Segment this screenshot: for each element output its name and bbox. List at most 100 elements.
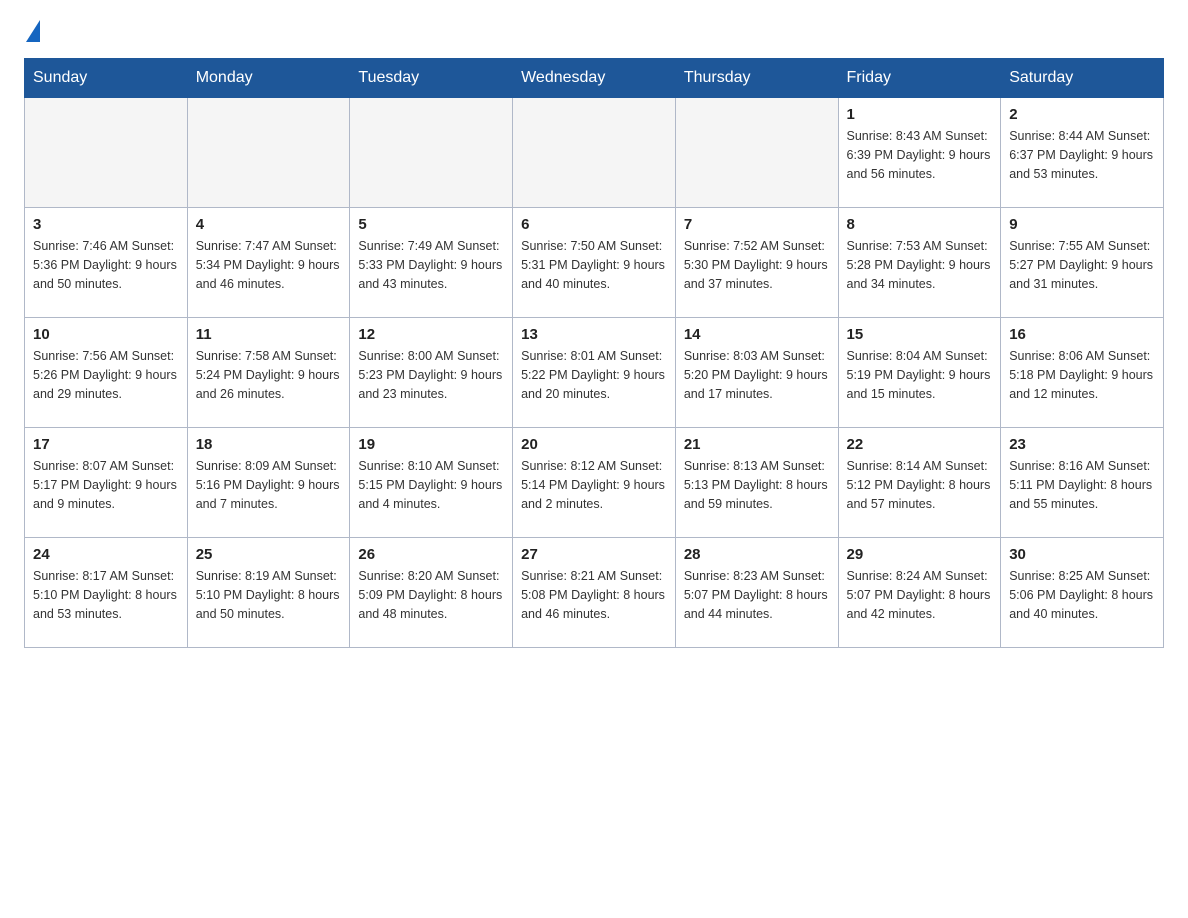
calendar-week-row: 17 Sunrise: 8:07 AM Sunset: 5:17 PM Dayli… (25, 428, 1164, 538)
weekday-header-thursday: Thursday (675, 59, 838, 98)
calendar-cell: 7Sunrise: 7:52 AM Sunset: 5:30 PM Daylig… (675, 208, 838, 318)
day-info: Sunrise: 8:20 AM Sunset: 5:09 PM Dayligh… (358, 567, 504, 623)
calendar-cell (187, 98, 350, 208)
day-number: 29 (847, 546, 993, 563)
calendar-cell: 4 Sunrise: 7:47 AM Sunset: 5:34 PM Daylig… (187, 208, 350, 318)
day-info: Sunrise: 8:10 AM Sunset: 5:15 PM Dayligh… (358, 457, 504, 513)
calendar-cell (513, 98, 676, 208)
day-info: Sunrise: 8:17 AM Sunset: 5:10 PM Dayligh… (33, 567, 179, 623)
day-number: 5 (358, 216, 504, 233)
page-header (24, 24, 1164, 42)
calendar-cell (675, 98, 838, 208)
day-info: Sunrise: 8:07 AM Sunset: 5:17 PM Dayligh… (33, 457, 179, 513)
calendar-cell: 11 Sunrise: 7:58 AM Sunset: 5:24 PM Dayli… (187, 318, 350, 428)
calendar-cell: 14 Sunrise: 8:03 AM Sunset: 5:20 PM Dayli… (675, 318, 838, 428)
weekday-header-tuesday: Tuesday (350, 59, 513, 98)
day-info: Sunrise: 8:23 AM Sunset: 5:07 PM Dayligh… (684, 567, 830, 623)
day-number: 22 (847, 436, 993, 453)
day-number: 19 (358, 436, 504, 453)
day-number: 6 (521, 216, 667, 233)
calendar-week-row: 1 Sunrise: 8:43 AM Sunset: 6:39 PM Daylig… (25, 98, 1164, 208)
day-info: Sunrise: 7:56 AM Sunset: 5:26 PM Dayligh… (33, 347, 179, 403)
weekday-header-monday: Monday (187, 59, 350, 98)
calendar-cell: 27 Sunrise: 8:21 AM Sunset: 5:08 PM Dayli… (513, 538, 676, 648)
day-number: 7 (684, 216, 830, 233)
calendar-cell: 6 Sunrise: 7:50 AM Sunset: 5:31 PM Daylig… (513, 208, 676, 318)
calendar-cell: 28 Sunrise: 8:23 AM Sunset: 5:07 PM Dayli… (675, 538, 838, 648)
day-info: Sunrise: 8:01 AM Sunset: 5:22 PM Dayligh… (521, 347, 667, 403)
calendar-cell: 24 Sunrise: 8:17 AM Sunset: 5:10 PM Dayli… (25, 538, 188, 648)
day-info: Sunrise: 8:13 AM Sunset: 5:13 PM Dayligh… (684, 457, 830, 513)
day-info: Sunrise: 7:47 AM Sunset: 5:34 PM Dayligh… (196, 237, 342, 293)
calendar-cell: 20 Sunrise: 8:12 AM Sunset: 5:14 PM Dayli… (513, 428, 676, 538)
weekday-header-sunday: Sunday (25, 59, 188, 98)
day-number: 13 (521, 326, 667, 343)
calendar-cell: 30 Sunrise: 8:25 AM Sunset: 5:06 PM Dayli… (1001, 538, 1164, 648)
day-number: 14 (684, 326, 830, 343)
day-number: 11 (196, 326, 342, 343)
day-info: Sunrise: 7:55 AM Sunset: 5:27 PM Dayligh… (1009, 237, 1155, 293)
day-number: 4 (196, 216, 342, 233)
day-number: 2 (1009, 106, 1155, 123)
weekday-header-friday: Friday (838, 59, 1001, 98)
calendar-cell: 1 Sunrise: 8:43 AM Sunset: 6:39 PM Daylig… (838, 98, 1001, 208)
calendar-cell: 21Sunrise: 8:13 AM Sunset: 5:13 PM Dayli… (675, 428, 838, 538)
calendar-week-row: 24 Sunrise: 8:17 AM Sunset: 5:10 PM Dayli… (25, 538, 1164, 648)
day-number: 27 (521, 546, 667, 563)
day-info: Sunrise: 7:46 AM Sunset: 5:36 PM Dayligh… (33, 237, 179, 293)
day-info: Sunrise: 8:00 AM Sunset: 5:23 PM Dayligh… (358, 347, 504, 403)
day-info: Sunrise: 7:58 AM Sunset: 5:24 PM Dayligh… (196, 347, 342, 403)
day-number: 26 (358, 546, 504, 563)
day-info: Sunrise: 8:25 AM Sunset: 5:06 PM Dayligh… (1009, 567, 1155, 623)
day-info: Sunrise: 8:09 AM Sunset: 5:16 PM Dayligh… (196, 457, 342, 513)
calendar-cell: 18 Sunrise: 8:09 AM Sunset: 5:16 PM Dayli… (187, 428, 350, 538)
calendar-cell: 26 Sunrise: 8:20 AM Sunset: 5:09 PM Dayli… (350, 538, 513, 648)
day-info: Sunrise: 8:16 AM Sunset: 5:11 PM Dayligh… (1009, 457, 1155, 513)
calendar-cell: 2Sunrise: 8:44 AM Sunset: 6:37 PM Daylig… (1001, 98, 1164, 208)
calendar-cell: 10 Sunrise: 7:56 AM Sunset: 5:26 PM Dayli… (25, 318, 188, 428)
calendar-cell: 29Sunrise: 8:24 AM Sunset: 5:07 PM Dayli… (838, 538, 1001, 648)
day-number: 10 (33, 326, 179, 343)
weekday-header-row: SundayMondayTuesdayWednesdayThursdayFrid… (25, 59, 1164, 98)
day-number: 24 (33, 546, 179, 563)
day-info: Sunrise: 8:12 AM Sunset: 5:14 PM Dayligh… (521, 457, 667, 513)
day-info: Sunrise: 8:19 AM Sunset: 5:10 PM Dayligh… (196, 567, 342, 623)
day-info: Sunrise: 8:21 AM Sunset: 5:08 PM Dayligh… (521, 567, 667, 623)
logo-triangle-icon (26, 20, 40, 42)
day-number: 30 (1009, 546, 1155, 563)
day-number: 1 (847, 106, 993, 123)
day-info: Sunrise: 8:06 AM Sunset: 5:18 PM Dayligh… (1009, 347, 1155, 403)
calendar-cell: 17 Sunrise: 8:07 AM Sunset: 5:17 PM Dayli… (25, 428, 188, 538)
weekday-header-saturday: Saturday (1001, 59, 1164, 98)
day-info: Sunrise: 8:04 AM Sunset: 5:19 PM Dayligh… (847, 347, 993, 403)
calendar-cell: 12 Sunrise: 8:00 AM Sunset: 5:23 PM Dayli… (350, 318, 513, 428)
calendar-cell (25, 98, 188, 208)
day-number: 9 (1009, 216, 1155, 233)
day-number: 8 (847, 216, 993, 233)
calendar-cell (350, 98, 513, 208)
weekday-header-wednesday: Wednesday (513, 59, 676, 98)
day-info: Sunrise: 8:43 AM Sunset: 6:39 PM Dayligh… (847, 127, 993, 183)
day-number: 20 (521, 436, 667, 453)
day-number: 16 (1009, 326, 1155, 343)
day-number: 18 (196, 436, 342, 453)
logo (24, 24, 40, 42)
day-number: 25 (196, 546, 342, 563)
day-info: Sunrise: 7:50 AM Sunset: 5:31 PM Dayligh… (521, 237, 667, 293)
day-number: 15 (847, 326, 993, 343)
calendar-cell: 25 Sunrise: 8:19 AM Sunset: 5:10 PM Dayli… (187, 538, 350, 648)
calendar-cell: 15 Sunrise: 8:04 AM Sunset: 5:19 PM Dayli… (838, 318, 1001, 428)
day-info: Sunrise: 8:03 AM Sunset: 5:20 PM Dayligh… (684, 347, 830, 403)
day-number: 12 (358, 326, 504, 343)
calendar-week-row: 3Sunrise: 7:46 AM Sunset: 5:36 PM Daylig… (25, 208, 1164, 318)
day-number: 17 (33, 436, 179, 453)
calendar-cell: 3Sunrise: 7:46 AM Sunset: 5:36 PM Daylig… (25, 208, 188, 318)
calendar-cell: 16 Sunrise: 8:06 AM Sunset: 5:18 PM Dayli… (1001, 318, 1164, 428)
calendar-cell: 8 Sunrise: 7:53 AM Sunset: 5:28 PM Daylig… (838, 208, 1001, 318)
day-number: 28 (684, 546, 830, 563)
calendar-cell: 13 Sunrise: 8:01 AM Sunset: 5:22 PM Dayli… (513, 318, 676, 428)
day-info: Sunrise: 7:53 AM Sunset: 5:28 PM Dayligh… (847, 237, 993, 293)
calendar-cell: 19 Sunrise: 8:10 AM Sunset: 5:15 PM Dayli… (350, 428, 513, 538)
calendar-table: SundayMondayTuesdayWednesdayThursdayFrid… (24, 58, 1164, 648)
calendar-cell: 23Sunrise: 8:16 AM Sunset: 5:11 PM Dayli… (1001, 428, 1164, 538)
